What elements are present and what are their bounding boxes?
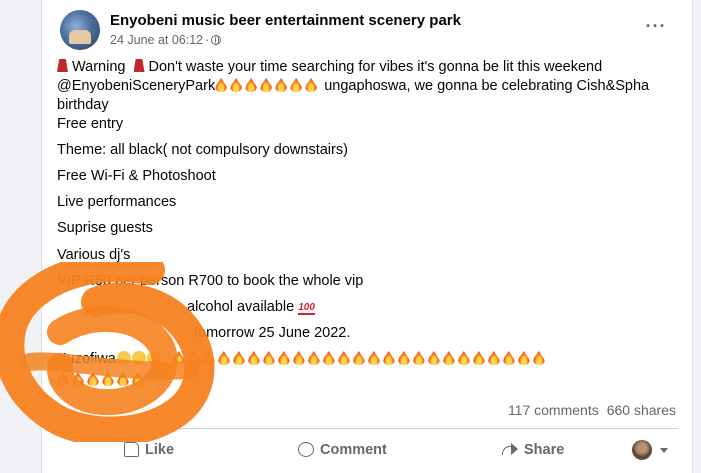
fire-icon — [412, 351, 425, 365]
post-line-10: VIP:R50 per person R700 to book the whol… — [57, 273, 364, 289]
engagement-stats: 117 comments 660 shares — [508, 402, 676, 418]
red-hat-icon — [57, 59, 68, 72]
fire-icon — [487, 351, 500, 365]
fire-icon — [172, 351, 185, 365]
post-text: alcohol available — [187, 299, 295, 315]
fire-icon — [132, 372, 144, 386]
comment-icon — [298, 442, 314, 457]
share-label: Share — [524, 442, 565, 458]
post-card: Enyobeni music beer entertainment scener… — [41, 0, 693, 473]
post-text: Don't waste your time searching for vibe… — [148, 59, 603, 75]
fire-icon — [352, 351, 365, 365]
fire-icon — [502, 351, 515, 365]
fire-icon — [260, 78, 273, 92]
fire-icon — [305, 78, 318, 92]
share-button[interactable]: Share — [502, 434, 564, 466]
post-timestamp[interactable]: 24 June at 06:12 — [110, 33, 203, 47]
fire-icon — [117, 372, 129, 386]
fire-icon — [87, 372, 99, 386]
post-text: ungaphoswa, we gonna be celebrating Cish… — [324, 78, 650, 94]
fire-emoji-row — [215, 78, 320, 94]
fire-icon — [337, 351, 350, 365]
fire-icon — [277, 351, 290, 365]
fire-icon — [72, 372, 84, 386]
post-line-4: Free entry — [57, 116, 124, 132]
comment-label: Comment — [320, 442, 387, 458]
page-name-link[interactable]: Enyobeni music beer entertainment scener… — [110, 12, 461, 29]
fire-icon — [367, 351, 380, 365]
post-line-6: Free Wi-Fi & Photoshoot — [57, 168, 216, 184]
post-line-9: Various dj's — [57, 247, 131, 263]
fire-icon — [322, 351, 335, 365]
post-header: Enyobeni music beer entertainment scener… — [56, 10, 678, 50]
warning-text: Warning — [72, 59, 126, 75]
fire-icon — [217, 351, 230, 365]
comment-button[interactable]: Comment — [298, 434, 387, 466]
meta-separator: · — [205, 33, 210, 47]
like-icon — [124, 442, 139, 457]
post-line-8: Suprise guests — [57, 220, 153, 236]
post-text: Kuzofiwa — [57, 351, 116, 367]
mention-link[interactable]: @EnyobeniSceneryPark — [57, 78, 215, 94]
fire-icon — [382, 351, 395, 365]
page-avatar[interactable] — [60, 10, 100, 50]
like-label: Like — [145, 442, 175, 458]
fire-emoji-row — [172, 351, 548, 367]
fire-icon — [247, 351, 260, 365]
fire-icon — [245, 78, 258, 92]
post-line-13: Kuzofiwa — [57, 350, 548, 369]
fire-icon — [457, 351, 470, 365]
fire-icon — [427, 351, 440, 365]
fire-icon — [230, 78, 243, 92]
fire-icon — [187, 351, 200, 365]
post-line-1: Warning Don't waste your time searching … — [57, 58, 602, 77]
smiling-face-icon — [116, 351, 131, 365]
reaction-avatar[interactable] — [632, 440, 652, 460]
post-line-11: alcohol available 100 — [187, 298, 315, 317]
post-meta: 24 June at 06:12 · — [110, 33, 222, 47]
smiling-face-icon — [131, 351, 146, 365]
fire-icon — [307, 351, 320, 365]
fire-icon — [232, 351, 245, 365]
divider — [56, 428, 678, 429]
post-actions: Like Comment Share — [56, 434, 678, 466]
fire-icon — [442, 351, 455, 365]
fire-icon — [262, 351, 275, 365]
fire-icon — [290, 78, 303, 92]
comments-count[interactable]: 117 comments — [508, 402, 599, 418]
post-line-3: birthday — [57, 97, 109, 113]
globe-icon — [211, 35, 222, 45]
fire-icon — [202, 351, 215, 365]
share-icon — [502, 443, 518, 457]
red-hat-icon — [133, 59, 145, 72]
post-line-5: Theme: all black( not compulsory downsta… — [57, 142, 348, 158]
shares-count[interactable]: 660 shares — [607, 402, 676, 418]
fire-icon — [397, 351, 410, 365]
fire-icon — [532, 351, 545, 365]
fire-icon — [215, 78, 228, 92]
chevron-down-icon[interactable] — [660, 448, 668, 453]
fire-icon — [275, 78, 288, 92]
fire-icon — [517, 351, 530, 365]
post-line-14 — [57, 371, 147, 390]
more-options-button[interactable]: ··· — [642, 14, 670, 42]
fire-icon — [102, 372, 114, 386]
fire-emoji-row — [57, 372, 147, 388]
post-line-7: Live performances — [57, 194, 177, 210]
fire-icon — [57, 372, 69, 386]
like-button[interactable]: Like — [124, 434, 174, 466]
post-line-12: tomorrow 25 June 2022. — [194, 325, 351, 341]
post-line-2: @EnyobeniSceneryPark ungaphoswa, we gonn… — [57, 77, 649, 96]
fire-icon — [472, 351, 485, 365]
smiling-face-icon — [146, 351, 161, 365]
fire-icon — [292, 351, 305, 365]
hundred-points-icon: 100 — [298, 302, 315, 315]
